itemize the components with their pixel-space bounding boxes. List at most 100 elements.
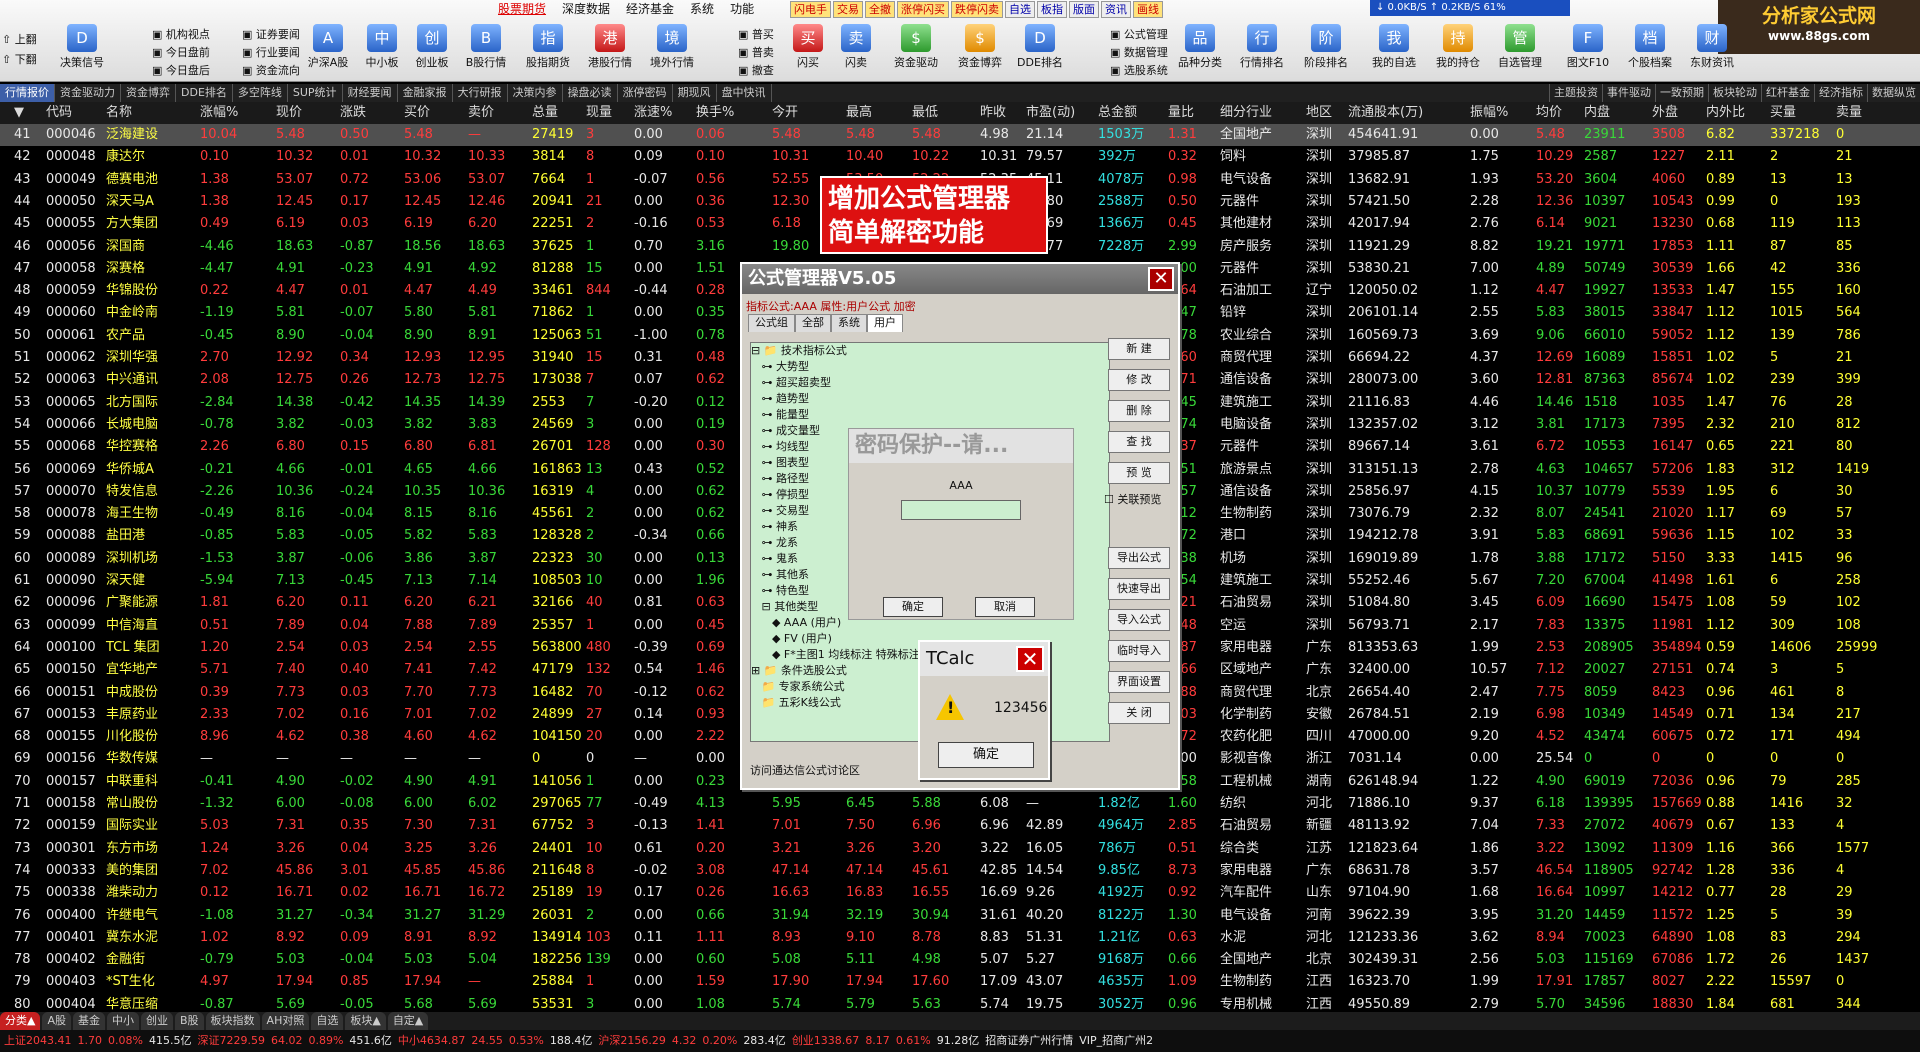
column-header[interactable]: 外盘 [1652, 102, 1678, 124]
tab[interactable]: 行情报价 [0, 84, 55, 102]
tab[interactable]: 板块轮动 [1708, 84, 1761, 102]
close-icon[interactable]: ✕ [1016, 646, 1044, 672]
table-row[interactable]: 72 000159 国际实业 5.03 7.31 0.35 7.30 7.31 67752 3 -0… [0, 815, 1920, 837]
sort-arrow-icon[interactable]: ▼ [14, 102, 24, 124]
formula-tab[interactable]: 用户 [867, 314, 903, 332]
toolbar-button[interactable]: 财东财资讯 [1682, 24, 1742, 70]
toolbar-button[interactable]: D DDE排名 [1010, 24, 1070, 70]
menu-item[interactable]: 深度数据 [554, 0, 618, 18]
tab[interactable]: 主题投资 [1549, 84, 1602, 102]
menu-item[interactable]: 经济基金 [618, 0, 682, 18]
column-header[interactable]: 卖价 [468, 102, 494, 124]
formula-tab[interactable]: 全部 [795, 314, 831, 332]
column-header[interactable]: 涨幅% [200, 102, 238, 124]
quick-button[interactable]: 跌停闪卖 [951, 1, 1003, 18]
tab[interactable]: 资金驱动力 [55, 84, 121, 102]
tab[interactable]: 大行研报 [453, 84, 508, 102]
tab[interactable]: 一致预期 [1655, 84, 1708, 102]
column-header[interactable]: 换手% [696, 102, 734, 124]
tab[interactable]: 涨停密码 [618, 84, 673, 102]
column-header[interactable]: 总金额 [1098, 102, 1137, 124]
tab[interactable]: 数据纵览 [1867, 84, 1920, 102]
toolbar-button[interactable]: 卖闪卖 [826, 24, 886, 70]
toolbar-button[interactable]: 管自选管理 [1490, 24, 1550, 70]
formula-button[interactable]: 界面设置 [1108, 671, 1170, 693]
toolbar-button[interactable]: D 决策信号 [52, 24, 112, 70]
column-header[interactable]: 名称 [106, 102, 132, 124]
formula-button[interactable]: 删 除 [1108, 400, 1170, 422]
mini-link[interactable]: ▣ 普卖 [738, 44, 774, 62]
formula-button[interactable]: 新 建 [1108, 338, 1170, 360]
formula-tab[interactable]: 系统 [831, 314, 867, 332]
column-header[interactable]: 内外比 [1706, 102, 1745, 124]
table-row[interactable]: 80 000404 华意压缩 -0.87 5.69 -0.05 5.68 5.69 53531 3… [0, 994, 1920, 1012]
toolbar-button[interactable]: A 沪深A股 [298, 24, 358, 70]
mini-link[interactable]: ▣ 今日盘前 [152, 44, 210, 62]
column-header[interactable]: 涨跌 [340, 102, 366, 124]
table-row[interactable]: 71 000158 常山股份 -1.32 6.00 -0.08 6.00 6.02 297065… [0, 793, 1920, 815]
tab[interactable]: 决策内参 [508, 84, 563, 102]
mini-link[interactable]: ▣ 资金流向 [242, 62, 300, 80]
column-header[interactable]: 最低 [912, 102, 938, 124]
menu-item[interactable]: 股票期货 [490, 0, 554, 18]
tab[interactable]: DDE排名 [176, 84, 233, 102]
column-header[interactable]: 现量 [586, 102, 612, 124]
table-row[interactable]: 42 000048 康达尔 0.10 10.32 0.01 10.32 10.33 3814 8 0… [0, 146, 1920, 168]
toolbar-button[interactable]: 档个股档案 [1620, 24, 1680, 70]
category-tab[interactable]: 分类▲ [0, 1012, 41, 1030]
tab[interactable]: 事件驱动 [1602, 84, 1655, 102]
mini-link[interactable]: ▣ 普买 [738, 26, 774, 44]
column-header[interactable]: 今开 [772, 102, 798, 124]
formula-button[interactable]: 预 览 [1108, 462, 1170, 484]
tab[interactable]: 金融家报 [398, 84, 453, 102]
column-header[interactable]: 均价 [1536, 102, 1562, 124]
mini-link[interactable]: ▣ 公式管理 [1110, 26, 1168, 44]
formula-button[interactable]: 导入公式 [1108, 609, 1170, 631]
tab[interactable]: SUP统计 [288, 84, 343, 102]
mini-link[interactable]: ▣ 数据管理 [1110, 44, 1168, 62]
tab[interactable]: 多空阵线 [233, 84, 288, 102]
column-header[interactable]: 总量 [532, 102, 558, 124]
toolbar-button[interactable]: 指股指期货 [518, 24, 578, 70]
tree-node[interactable]: ⊶ 大势型 [751, 359, 1109, 375]
category-tab[interactable]: A股 [42, 1012, 71, 1030]
formula-button[interactable]: 导出公式 [1108, 547, 1170, 569]
mini-link[interactable]: ▣ 行业要闻 [242, 44, 300, 62]
column-header[interactable]: 买价 [404, 102, 430, 124]
mini-link[interactable]: ▣ 今日盘后 [152, 62, 210, 80]
formula-button[interactable]: 查 找 [1108, 431, 1170, 453]
mini-link[interactable]: ▣ 撤查 [738, 62, 774, 80]
table-row[interactable]: 76 000400 许继电气 -1.08 31.27 -0.34 31.27 31.29 260… [0, 905, 1920, 927]
formula-button[interactable]: 临时导入 [1108, 640, 1170, 662]
table-row[interactable]: 75 000338 潍柴动力 0.12 16.71 0.02 16.71 16.72 25189… [0, 882, 1920, 904]
toolbar-button[interactable]: $ 资金驱动 [886, 24, 946, 70]
tab[interactable]: 资金博弈 [121, 84, 176, 102]
column-header[interactable]: 振幅% [1470, 102, 1508, 124]
tree-node[interactable]: ⊟ 📁 技术指标公式 [751, 343, 1109, 359]
category-tab[interactable]: 板块▲ [345, 1012, 386, 1030]
toolbar-button[interactable]: B B股行情 [456, 24, 516, 70]
formula-tab[interactable]: 公式组 [748, 314, 795, 332]
category-tab[interactable]: 创业 [141, 1012, 173, 1030]
ok-button[interactable]: 确定 [883, 597, 943, 617]
tab[interactable]: 期现风 [673, 84, 717, 102]
column-header[interactable]: 卖量 [1836, 102, 1862, 124]
tab[interactable]: 操盘必读 [563, 84, 618, 102]
toolbar-button[interactable]: 港港股行情 [580, 24, 640, 70]
toolbar-button[interactable]: 阶阶段排名 [1296, 24, 1356, 70]
toolbar-button[interactable]: $ 资金博弈 [950, 24, 1010, 70]
tree-node[interactable]: ⊶ 趋势型 [751, 391, 1109, 407]
quick-button[interactable]: 板指 [1037, 1, 1067, 18]
menu-item[interactable]: 功能 [722, 0, 762, 18]
toolbar-button[interactable]: F 图文F10 [1558, 24, 1618, 70]
tab[interactable]: 经济指标 [1814, 84, 1867, 102]
formula-button[interactable]: 快速导出 [1108, 578, 1170, 600]
menu-item[interactable]: 系统 [682, 0, 722, 18]
category-tab[interactable]: 基金 [73, 1012, 105, 1030]
column-header[interactable]: 现价 [276, 102, 302, 124]
page-nav-button[interactable]: ⇧ 下翻 [2, 50, 37, 70]
formula-button[interactable]: 修 改 [1108, 369, 1170, 391]
quick-button[interactable]: 全撤 [865, 1, 895, 18]
quick-button[interactable]: 画线 [1133, 1, 1163, 18]
forum-link[interactable]: 访问通达信公式讨论区 [750, 762, 860, 778]
